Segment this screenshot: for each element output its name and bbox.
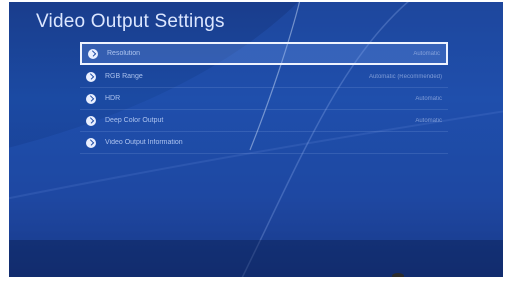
page-title: Video Output Settings xyxy=(36,11,225,32)
check-circle-icon xyxy=(88,48,98,59)
menu-item-value: Automatic xyxy=(415,95,442,102)
settings-menu-list: Resolution Automatic RGB Range Automatic… xyxy=(80,42,448,154)
frame-border-bottom xyxy=(0,277,512,282)
menu-item-value: Automatic xyxy=(415,117,442,124)
frame-border-left xyxy=(0,0,9,282)
check-circle-icon xyxy=(86,93,96,104)
menu-item-label: HDR xyxy=(105,95,121,102)
menu-item-value: Automatic (Recommended) xyxy=(368,73,442,80)
menu-item-label: Deep Color Output xyxy=(105,117,164,124)
frame-border-right xyxy=(503,0,512,282)
menu-item-label: RGB Range xyxy=(105,73,143,80)
menu-item-label: Resolution xyxy=(107,50,141,57)
check-circle-icon xyxy=(86,137,96,148)
menu-item-hdr[interactable]: HDR Automatic xyxy=(80,88,448,110)
menu-item-resolution[interactable]: Resolution Automatic xyxy=(80,42,448,65)
settings-screen: Video Output Settings Resolution Automat… xyxy=(0,0,512,282)
frame-border-top xyxy=(0,0,512,2)
menu-item-rgb-range[interactable]: RGB Range Automatic (Recommended) xyxy=(80,66,448,88)
menu-item-label: Video Output Information xyxy=(105,139,183,146)
menu-item-value: Automatic xyxy=(413,50,440,57)
check-circle-icon xyxy=(86,71,96,82)
menu-item-video-output-information[interactable]: Video Output Information xyxy=(80,132,448,154)
check-circle-icon xyxy=(86,115,96,126)
menu-item-deep-color-output[interactable]: Deep Color Output Automatic xyxy=(80,110,448,132)
